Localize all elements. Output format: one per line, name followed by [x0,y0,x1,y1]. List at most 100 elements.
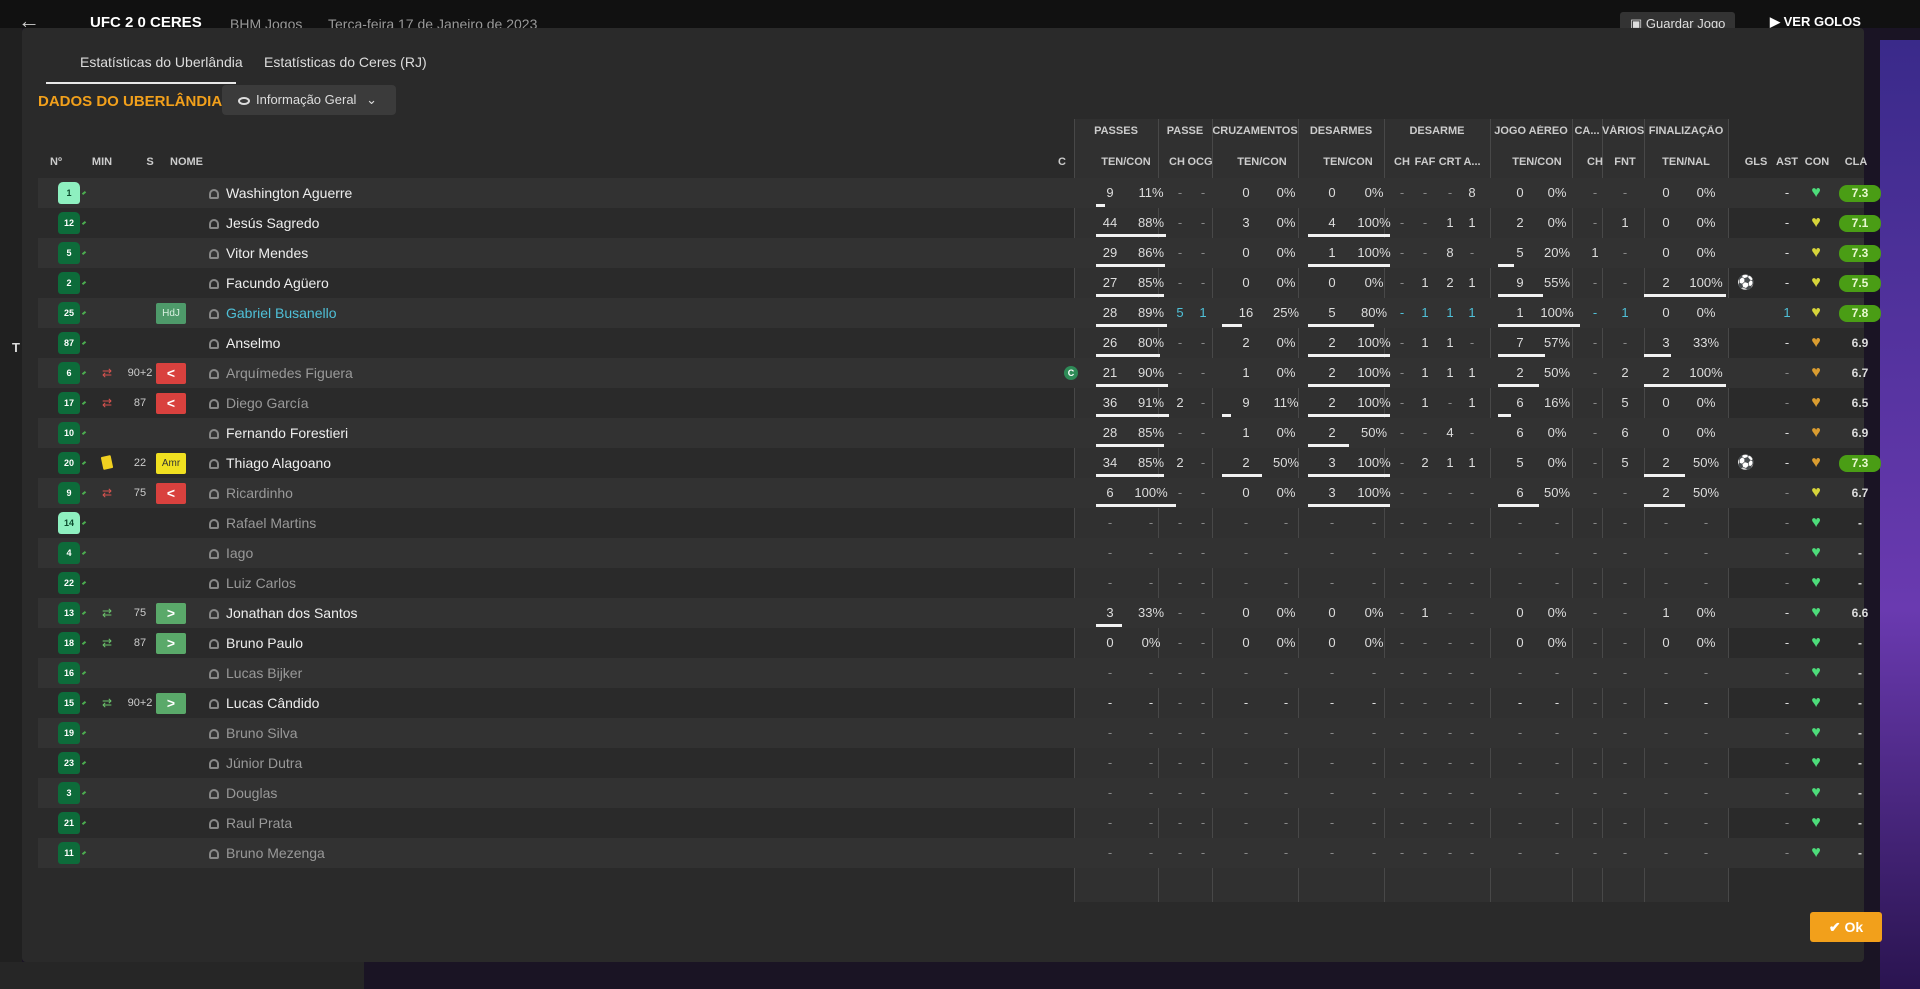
column-header[interactable]: TEN/CON [1308,156,1388,168]
column-header[interactable]: FAF [1413,156,1437,168]
stat-ast: - [1784,395,1790,410]
table-row[interactable]: 16 Lucas Bijker - - - - - - - - - - - - - - - - - - - ♥ - [38,658,1864,688]
column-header[interactable]: GLS [1742,156,1770,168]
stat-faf: - [1422,785,1428,800]
table-row[interactable]: 13 ⇄ 75 > Jonathan dos Santos 3 33% - -0 0% 0 0% -1-… [38,598,1868,628]
group-header[interactable]: FINALIZAÇÃO [1644,125,1728,137]
group-header[interactable]: JOGO AÉREO [1490,125,1572,137]
table-row[interactable]: 17 ⇄ 87 < Diego García 36 91% 2-9 11% 2 100% -1-1 6 1… [38,388,1868,418]
player-name[interactable]: Ricardinho [209,478,293,508]
stat-progress-bar [1308,474,1390,477]
ok-button[interactable]: ✔ Ok [1810,912,1882,942]
table-row[interactable]: 87 Anselmo 26 80% - -2 0% 2 100% -1 1-7 57% - -3 33% - ♥… [38,328,1868,358]
column-header[interactable]: CH [1584,156,1606,168]
shirt-number-icon: 11 [58,842,80,864]
column-header[interactable]: Nº [42,156,70,168]
column-header[interactable]: CLA [1835,156,1877,168]
table-row[interactable]: 19 Bruno Silva - - - - - - - - - - - - - - - - - - - ♥ - [38,718,1864,748]
player-name[interactable]: Gabriel Busanello [209,298,337,328]
stat-crt: - [1447,185,1453,200]
column-header[interactable]: A... [1463,156,1481,168]
table-row[interactable]: 4 Iago - - - - - - - - - - - - - - - - - - - ♥ - [38,538,1864,568]
group-header[interactable]: DESARMES [1298,125,1384,137]
tab-ceres-stats[interactable]: Estatísticas do Ceres (RJ) [254,48,444,84]
table-row[interactable]: 5 Vitor Mendes 29 86% - -0 0% 1 100% - -8-5 20% 1-0 0… [38,238,1881,268]
group-header[interactable]: PASSES [1074,125,1158,137]
player-name[interactable]: Raul Prata [209,808,292,838]
table-row[interactable]: 3 Douglas - - - - - - - - - - - - - - - - - - - ♥ - [38,778,1864,808]
column-header[interactable]: MIN [82,156,122,168]
player-name[interactable]: Lucas Cândido [209,688,319,718]
column-header[interactable]: OCG [1187,156,1213,168]
table-row[interactable]: 23 Júnior Dutra - - - - - - - - - - - - - - - - - - - ♥ - [38,748,1864,778]
back-arrow-icon[interactable]: ← [18,8,40,28]
player-name[interactable]: Thiago Alagoano [209,448,331,478]
group-header[interactable]: CA... [1572,125,1602,137]
player-name[interactable]: Facundo Agüero [209,268,329,298]
player-name[interactable]: Jesús Sagredo [209,208,319,238]
player-rating: - [1858,546,1862,560]
table-row[interactable]: 12 Jesús Sagredo 44 88% - -3 0% 4 100% - -1 1 2 0% -1 0… [38,208,1881,238]
tab-uberlandia-stats[interactable]: Estatísticas do Uberlândia [46,48,243,84]
column-header[interactable]: CH [1167,156,1187,168]
save-game-label: Guardar Jogo [1645,16,1726,28]
column-header[interactable]: S [142,156,158,168]
stat-pp: - [1148,575,1154,590]
stat-fp: - [1703,725,1709,740]
player-name[interactable]: Washington Aguerre [209,178,352,208]
table-row[interactable]: 18 ⇄ 87 > Bruno Paulo 0 0% - -0 0% 0 0% - - - -0 0% - -0 0%… [38,628,1864,658]
table-row[interactable]: 15 ⇄ 90+2 > Lucas Cândido - - - - - - - - - - - - - - - - - - -… [38,688,1864,718]
player-name[interactable]: Bruno Paulo [209,628,303,658]
group-header[interactable]: PASSE [1158,125,1212,137]
stat-ast: - [1784,545,1790,560]
player-name[interactable]: Júnior Dutra [209,748,302,778]
group-header[interactable]: DESARME [1384,125,1490,137]
column-header[interactable]: NOME [170,156,230,168]
player-name[interactable]: Iago [209,538,253,568]
player-name[interactable]: Vitor Mendes [209,238,308,268]
player-name-text: Iago [226,545,254,561]
player-name[interactable]: Arquímedes Figuera [209,358,353,388]
player-rating: - [1858,696,1862,710]
player-name[interactable]: Lucas Bijker [209,658,302,688]
group-header[interactable]: CRUZAMENTOS [1212,125,1298,137]
player-name[interactable]: Jonathan dos Santos [209,598,358,628]
table-row[interactable]: 10 Fernando Forestieri 28 85% - -1 0% 2 50% - -4-6… [38,418,1868,448]
stat-crt: - [1447,695,1453,710]
table-row[interactable]: 6 ⇄ 90+2 < Arquímedes Figuera C 21 90% - -1 0% 2 100… [38,358,1868,388]
column-header[interactable]: CH [1392,156,1412,168]
table-row[interactable]: 2 Facundo Agüero 27 85% - -0 0% 0 0% -1 2 1 9 55% - -2 1… [38,268,1881,298]
group-header[interactable]: VÁRIOS [1602,125,1644,137]
stat-ca: - [1592,305,1598,320]
player-name[interactable]: Bruno Mezenga [209,838,325,868]
player-name[interactable]: Rafael Martins [209,508,316,538]
view-goals-button[interactable]: ▶ VER GOLOS [1770,14,1861,28]
player-name[interactable]: Douglas [209,778,277,808]
column-header[interactable]: CON [1803,156,1831,168]
table-row[interactable]: 22 Luiz Carlos - - - - - - - - - - - - - - - - - - - ♥ - [38,568,1864,598]
column-header[interactable]: TEN/CON [1086,156,1166,168]
table-row[interactable]: 14 Rafael Martins - - - - - - - - - - - - - - - - - - - ♥ - [38,508,1864,538]
stat-crt: 1 [1446,365,1454,380]
table-row[interactable]: 9 ⇄ 75 < Ricardinho 6 100% - -0 0% 3 100% - - - -6 50% - -… [38,478,1868,508]
column-header[interactable]: AST [1774,156,1800,168]
table-row[interactable]: 1 Washington Aguerre 9 11% - -0 0% 0 0% - - -8 0 0% - -… [38,178,1881,208]
save-game-button[interactable]: ▣ Guardar Jogo [1620,12,1736,28]
table-row[interactable]: 20 22 Amr Thiago Alagoano 34 85% 2-2 50% 3 100% -2… [38,448,1881,478]
player-name[interactable]: Bruno Silva [209,718,298,748]
player-name[interactable]: Anselmo [209,328,280,358]
table-row[interactable]: 21 Raul Prata - - - - - - - - - - - - - - - - - - - ♥ - [38,808,1864,838]
column-header[interactable]: TEN/CON [1222,156,1302,168]
player-name[interactable]: Luiz Carlos [209,568,296,598]
player-name[interactable]: Diego García [209,388,308,418]
column-header[interactable]: CRT [1438,156,1462,168]
column-header[interactable]: TEN/NAL [1644,156,1728,168]
table-row[interactable]: 11 Bruno Mezenga - - - - - - - - - - - - - - - - - - - ♥ - [38,838,1864,868]
column-header[interactable]: FNT [1610,156,1640,168]
column-header[interactable]: TEN/CON [1498,156,1576,168]
column-header[interactable]: C [1052,156,1072,168]
table-row[interactable]: 25 HdJ Gabriel Busanello 28 89% 5 1 16 25% 5 80% -1… [38,298,1881,328]
shirt-number-icon: 17 [58,392,80,414]
view-select-dropdown[interactable]: Informação Geral ⌄ [222,85,396,115]
player-name[interactable]: Fernando Forestieri [209,418,348,448]
